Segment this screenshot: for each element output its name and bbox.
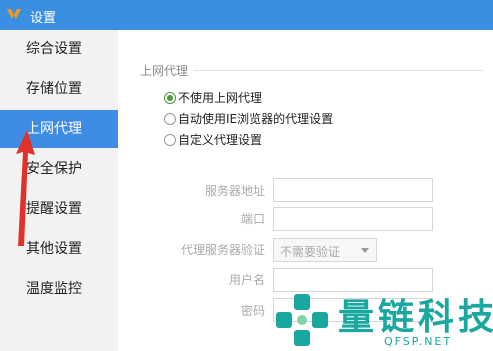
sidebar-item-label: 存储位置 — [26, 81, 82, 97]
server-address-input[interactable] — [273, 178, 433, 202]
annotation-arrow-icon — [16, 130, 35, 246]
watermark-logo-icon — [276, 294, 328, 346]
sidebar-item-temperature[interactable]: 温度监控 — [0, 270, 118, 308]
radio-label: 不使用上网代理 — [178, 91, 263, 105]
title-bar: 设置 — [0, 0, 493, 30]
sidebar-item-general[interactable]: 综合设置 — [0, 30, 118, 68]
auth-select-value: 不需要验证 — [280, 245, 341, 259]
section-divider — [194, 70, 484, 71]
watermark-subtext: QFSP.NET — [384, 335, 453, 348]
radio-checked-icon — [164, 92, 176, 104]
server-address-label: 服务器地址 — [204, 184, 265, 198]
window-title: 设置 — [30, 11, 57, 26]
auth-label: 代理服务器验证 — [180, 243, 265, 257]
watermark: 量链科技 QFSP.NET — [272, 286, 493, 351]
password-label: 密码 — [240, 304, 265, 318]
sidebar-item-label: 综合设置 — [26, 41, 82, 57]
username-label: 用户名 — [228, 273, 265, 287]
radio-unchecked-icon — [164, 134, 176, 146]
section-title: 上网代理 — [140, 64, 189, 78]
sidebar-item-storage[interactable]: 存储位置 — [0, 70, 118, 108]
watermark-text: 量链科技 — [338, 297, 493, 338]
radio-label: 自定义代理设置 — [178, 133, 263, 147]
port-label: 端口 — [240, 212, 265, 226]
port-input[interactable] — [273, 207, 433, 231]
sidebar-item-label: 温度监控 — [26, 281, 82, 297]
app-logo-icon — [7, 9, 21, 19]
auth-select[interactable]: 不需要验证 — [273, 238, 377, 262]
radio-unchecked-icon — [164, 113, 176, 125]
chevron-down-icon — [361, 248, 369, 253]
radio-label: 自动使用IE浏览器的代理设置 — [178, 112, 334, 126]
